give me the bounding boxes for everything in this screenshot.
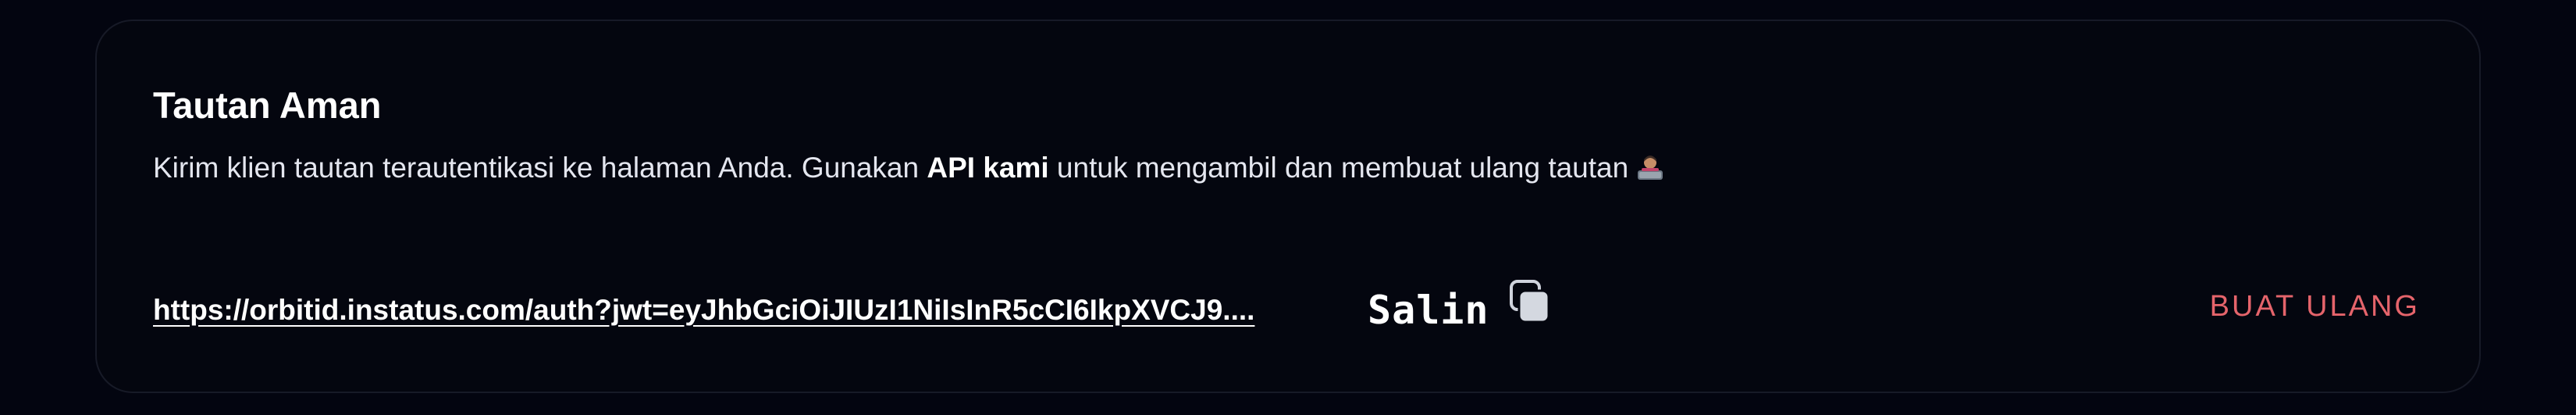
- technologist-emoji-icon: [1638, 156, 1663, 180]
- secure-link-url[interactable]: https://orbitid.instatus.com/auth?jwt=ey…: [153, 294, 1324, 327]
- description-suffix: untuk mengambil dan membuat ulang tautan: [1048, 152, 1629, 184]
- card-description: Kirim klien tautan terautentikasi ke hal…: [153, 148, 1664, 188]
- copy-icon: [1509, 280, 1550, 324]
- description-prefix: Kirim klien tautan terautentikasi ke hal…: [153, 152, 927, 184]
- copy-button[interactable]: Salin: [1368, 280, 1550, 333]
- copy-button-label: Salin: [1368, 288, 1489, 333]
- api-link[interactable]: API kami: [927, 152, 1048, 184]
- card-title: Tautan Aman: [153, 84, 382, 126]
- secure-link-card: Tautan Aman Kirim klien tautan terautent…: [95, 20, 2481, 393]
- link-row: https://orbitid.instatus.com/auth?jwt=ey…: [153, 271, 1550, 349]
- regenerate-button[interactable]: BUAT ULANG: [2210, 290, 2420, 324]
